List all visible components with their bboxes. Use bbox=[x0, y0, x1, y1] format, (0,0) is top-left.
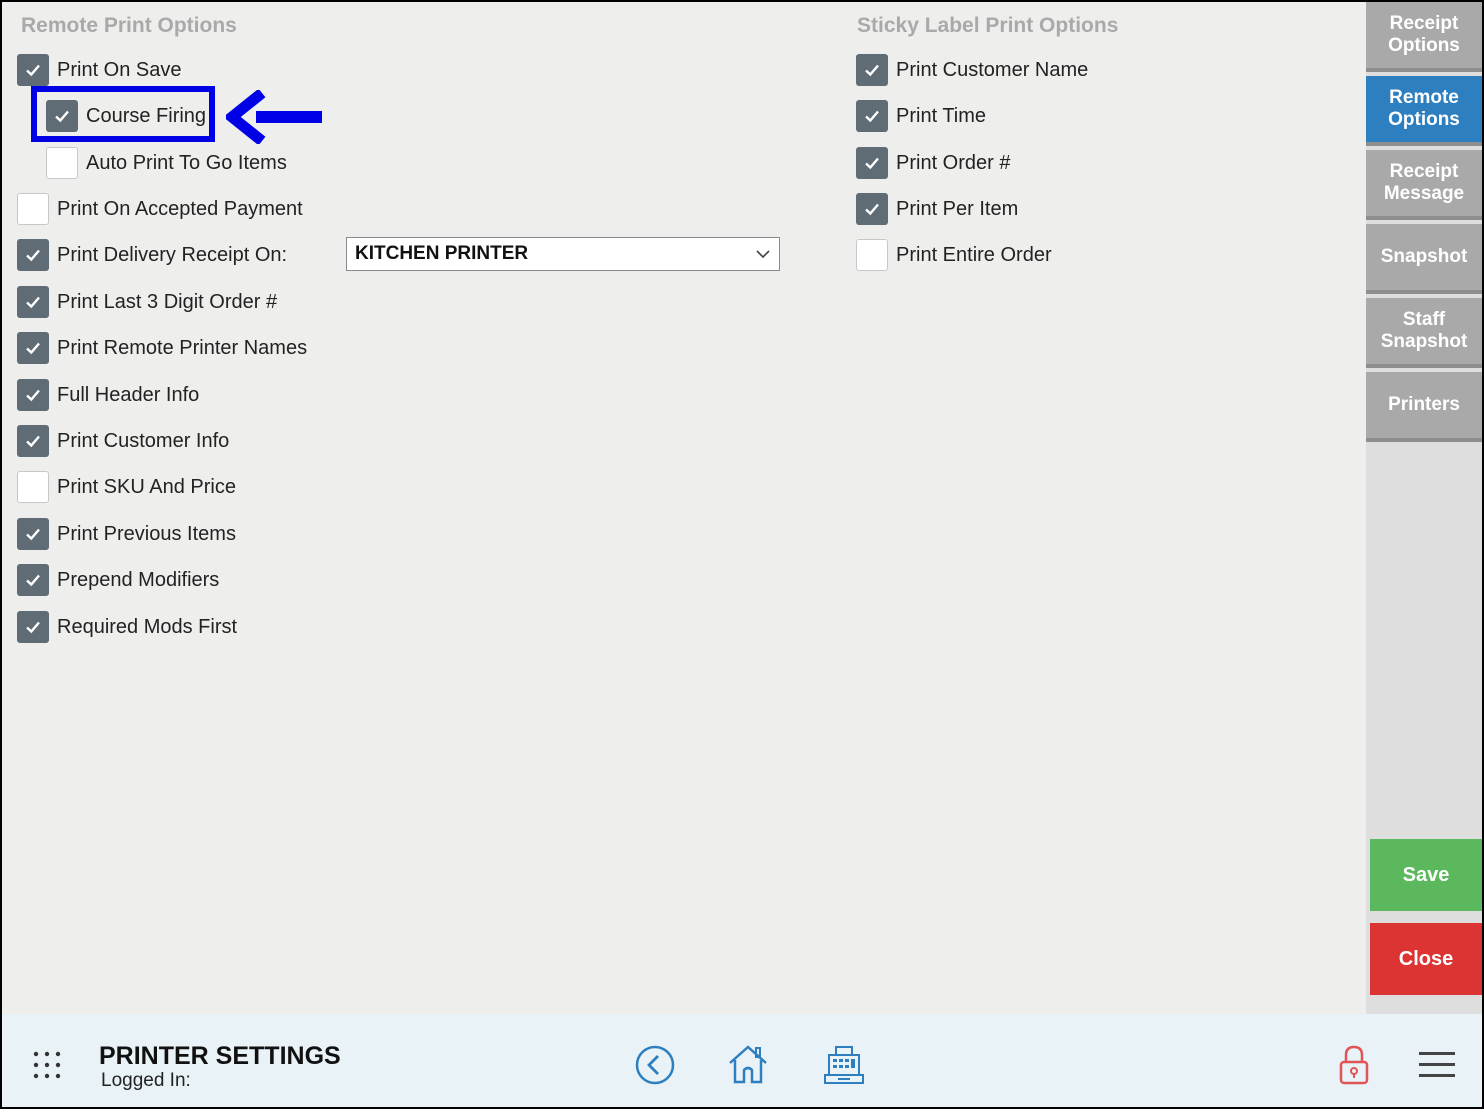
option-required-mods-first[interactable]: Required Mods First bbox=[17, 610, 237, 644]
grid-menu-icon[interactable] bbox=[32, 1050, 62, 1080]
checkbox[interactable] bbox=[856, 100, 888, 132]
page-title: PRINTER SETTINGS bbox=[99, 1042, 341, 1070]
option-print-remote-printer-names[interactable]: Print Remote Printer Names bbox=[17, 331, 307, 365]
option-label: Print Entire Order bbox=[896, 243, 1052, 266]
logged-in-label: Logged In: bbox=[101, 1070, 191, 1091]
remote-options-title: Remote Print Options bbox=[21, 14, 237, 37]
checkbox[interactable] bbox=[17, 239, 49, 271]
option-auto-print-to-go[interactable]: Auto Print To Go Items bbox=[46, 146, 287, 180]
tab-snapshot[interactable]: Snapshot bbox=[1366, 224, 1482, 294]
tab-label-line1: Receipt bbox=[1389, 161, 1459, 182]
tab-label-line1: Snapshot bbox=[1380, 246, 1468, 267]
app-window: Remote Print Options Print On Save Cours… bbox=[0, 0, 1484, 1109]
tab-label-line2: Options bbox=[1388, 35, 1460, 56]
option-print-previous-items[interactable]: Print Previous Items bbox=[17, 517, 236, 551]
register-icon[interactable] bbox=[822, 1044, 866, 1086]
lock-icon[interactable] bbox=[1338, 1044, 1370, 1086]
option-label: Print On Accepted Payment bbox=[57, 197, 303, 220]
option-prepend-modifiers[interactable]: Prepend Modifiers bbox=[17, 563, 219, 597]
left-arrow-icon bbox=[226, 90, 322, 144]
checkbox[interactable] bbox=[17, 518, 49, 550]
option-print-per-item[interactable]: Print Per Item bbox=[856, 192, 1018, 226]
home-icon[interactable] bbox=[726, 1042, 770, 1086]
option-label: Print SKU And Price bbox=[57, 475, 236, 498]
sticky-options-title: Sticky Label Print Options bbox=[857, 14, 1119, 37]
settings-sidebar: Receipt Options Remote Options Receipt Mess… bbox=[1366, 2, 1482, 1014]
option-label: Print Last 3 Digit Order # bbox=[57, 290, 278, 313]
option-full-header-info[interactable]: Full Header Info bbox=[17, 378, 199, 412]
option-label: Full Header Info bbox=[57, 383, 200, 406]
tab-label-line2: Snapshot bbox=[1380, 331, 1468, 352]
checkbox[interactable] bbox=[17, 425, 49, 457]
option-label: Print Customer Info bbox=[57, 429, 230, 452]
checkbox[interactable] bbox=[856, 147, 888, 179]
checkbox[interactable] bbox=[17, 286, 49, 318]
checkbox[interactable] bbox=[17, 193, 49, 225]
tab-printers[interactable]: Printers bbox=[1366, 372, 1482, 442]
checkbox[interactable] bbox=[17, 379, 49, 411]
checkbox[interactable] bbox=[17, 332, 49, 364]
option-label: Auto Print To Go Items bbox=[86, 151, 287, 174]
option-print-last-3-digit[interactable]: Print Last 3 Digit Order # bbox=[17, 285, 277, 319]
checkbox[interactable] bbox=[856, 193, 888, 225]
tab-label-line1: Receipt bbox=[1389, 13, 1459, 34]
option-print-sku-and-price[interactable]: Print SKU And Price bbox=[17, 470, 236, 504]
option-label: Print Time bbox=[896, 104, 987, 127]
tab-label-line2: Message bbox=[1383, 183, 1465, 204]
option-print-on-accepted-payment[interactable]: Print On Accepted Payment bbox=[17, 192, 303, 226]
option-print-time[interactable]: Print Time bbox=[856, 99, 986, 133]
select-value: KITCHEN PRINTER bbox=[355, 243, 529, 264]
hamburger-menu-icon[interactable] bbox=[1419, 1051, 1455, 1079]
option-label: Prepend Modifiers bbox=[57, 568, 220, 591]
checkbox[interactable] bbox=[17, 564, 49, 596]
back-icon[interactable] bbox=[634, 1044, 676, 1086]
checkbox[interactable] bbox=[856, 239, 888, 271]
tab-remote-options[interactable]: Remote Options bbox=[1366, 76, 1482, 146]
checkbox[interactable] bbox=[46, 147, 78, 179]
tab-label-line1: Printers bbox=[1388, 394, 1460, 415]
option-print-delivery-receipt[interactable]: Print Delivery Receipt On: bbox=[17, 238, 287, 272]
close-button[interactable]: Close bbox=[1370, 923, 1482, 995]
option-label: Print Delivery Receipt On: bbox=[57, 243, 288, 266]
settings-content: Remote Print Options Print On Save Cours… bbox=[2, 2, 1366, 1014]
tab-label-line2: Options bbox=[1388, 109, 1460, 130]
tab-staff-snapshot[interactable]: Staff Snapshot bbox=[1366, 298, 1482, 368]
option-print-customer-info[interactable]: Print Customer Info bbox=[17, 424, 229, 458]
tab-receipt-options[interactable]: Receipt Options bbox=[1366, 2, 1482, 72]
option-print-on-save[interactable]: Print On Save bbox=[17, 53, 182, 87]
option-print-order-number[interactable]: Print Order # bbox=[856, 146, 1010, 180]
option-label: Required Mods First bbox=[57, 615, 238, 638]
option-label: Print Previous Items bbox=[57, 522, 236, 545]
checkbox[interactable] bbox=[17, 611, 49, 643]
option-label: Print Order # bbox=[896, 151, 1011, 174]
option-print-customer-name[interactable]: Print Customer Name bbox=[856, 53, 1088, 87]
chevron-down-icon bbox=[756, 250, 770, 259]
checkbox[interactable] bbox=[17, 471, 49, 503]
save-button[interactable]: Save bbox=[1370, 839, 1482, 911]
checkbox[interactable] bbox=[17, 54, 49, 86]
checkbox[interactable] bbox=[856, 54, 888, 86]
option-label: Print Remote Printer Names bbox=[57, 336, 308, 359]
option-label: Print Customer Name bbox=[896, 58, 1089, 81]
footer-bar: PRINTER SETTINGS Logged In: bbox=[2, 1014, 1482, 1107]
tab-label-line1: Staff bbox=[1402, 309, 1446, 330]
option-label: Print On Save bbox=[57, 58, 182, 81]
option-label: Print Per Item bbox=[896, 197, 1019, 220]
delivery-printer-select[interactable]: KITCHEN PRINTER bbox=[346, 237, 780, 271]
highlight-box bbox=[31, 86, 215, 142]
option-print-entire-order[interactable]: Print Entire Order bbox=[856, 238, 1052, 272]
tab-label-line1: Remote bbox=[1389, 87, 1459, 108]
tab-receipt-message[interactable]: Receipt Message bbox=[1366, 150, 1482, 220]
